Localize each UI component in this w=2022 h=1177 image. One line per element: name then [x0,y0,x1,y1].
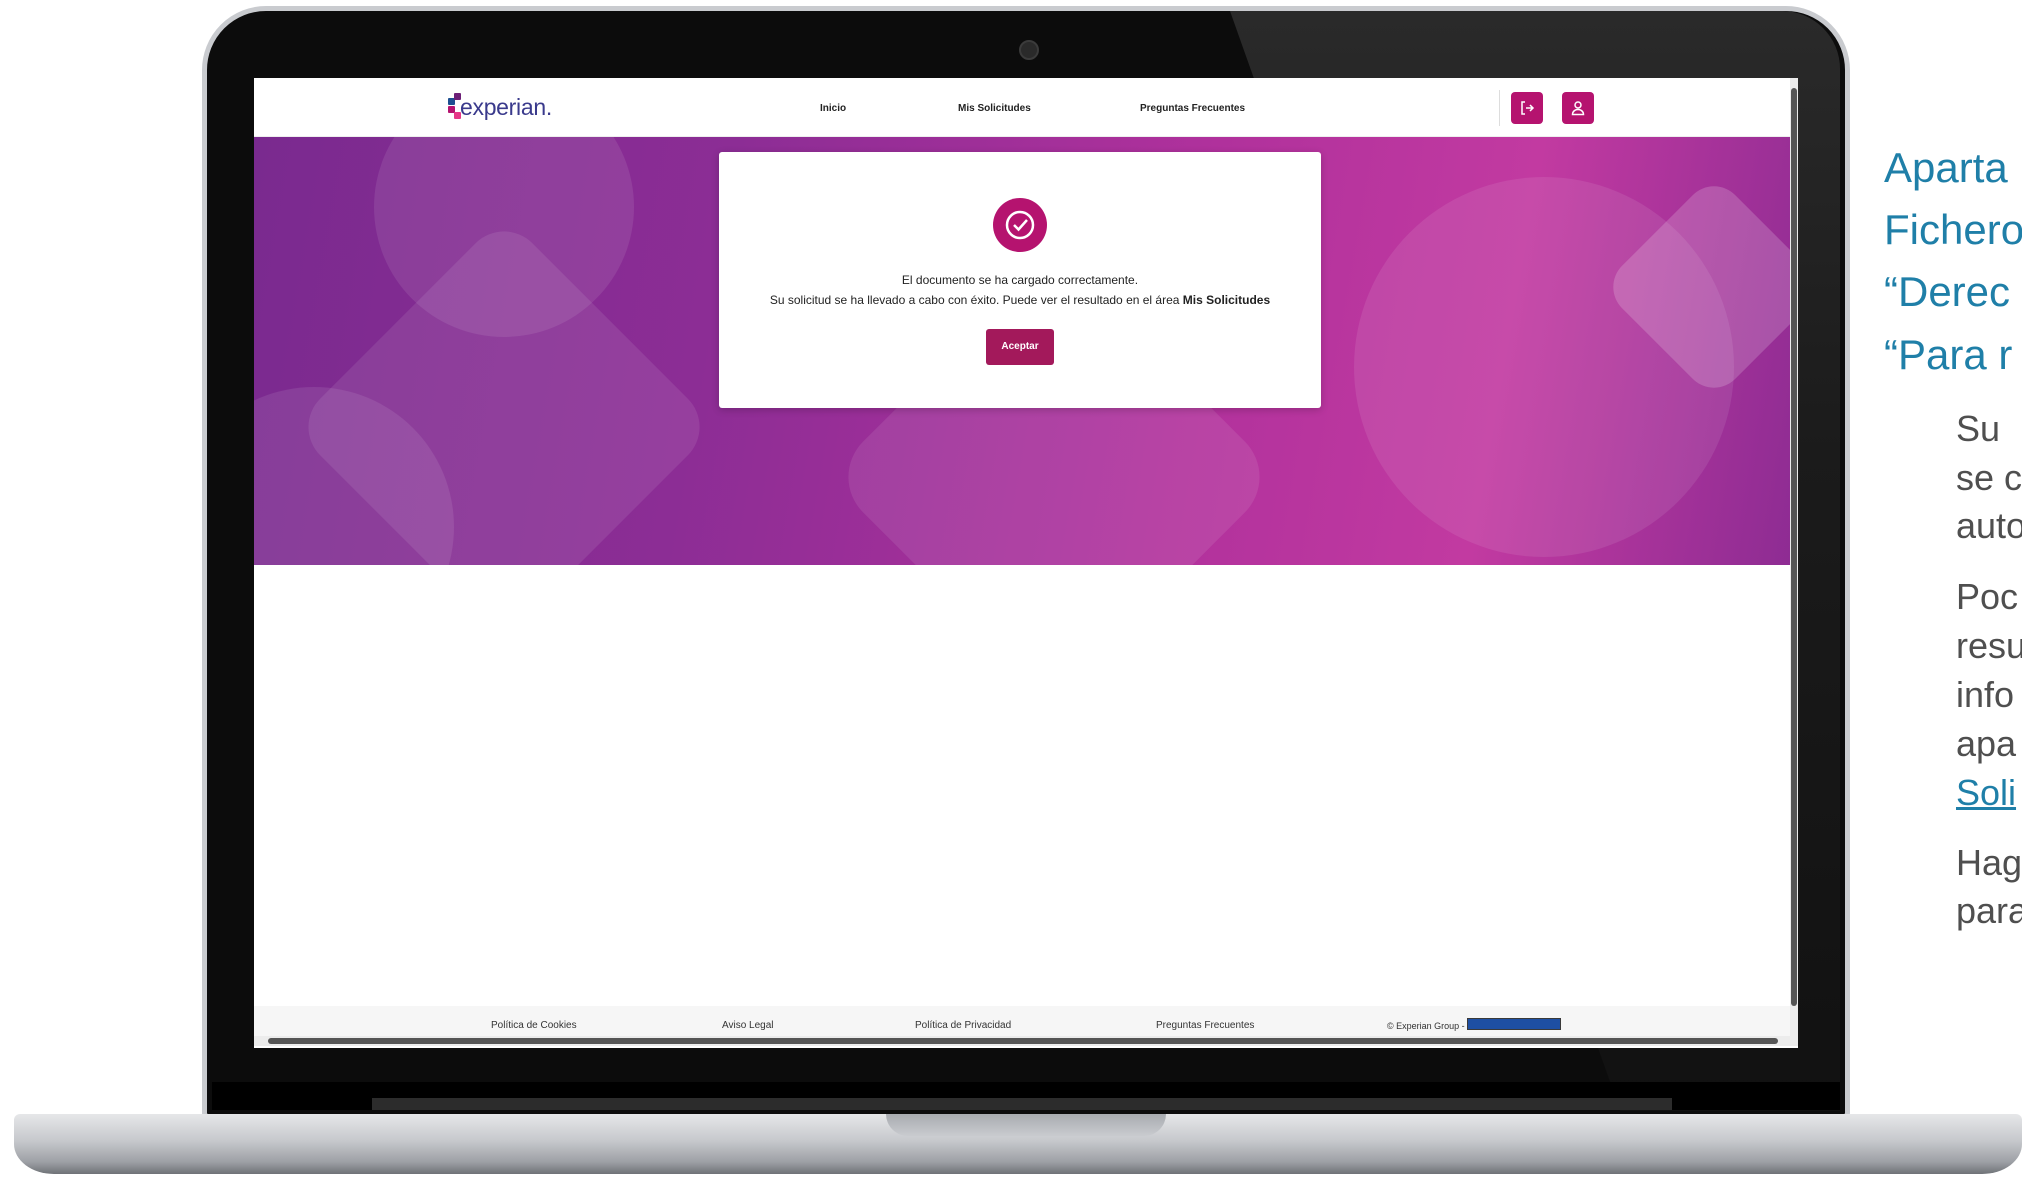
page-footer: Política de Cookies Aviso Legal Política… [254,1006,1790,1036]
laptop-hinge [372,1098,1672,1110]
logout-icon [1521,101,1535,115]
user-profile-button[interactable] [1562,92,1594,124]
side-link-mis-solicitudes[interactable]: Soli [1956,770,2016,816]
side-body-line: info [1956,674,2015,715]
footer-link-cookies[interactable]: Política de Cookies [491,1020,577,1031]
nav-link-inicio[interactable]: Inicio [820,103,846,114]
side-body-line: Poc [1956,576,2019,617]
mis-solicitudes-label: Mis Solicitudes [1182,293,1271,307]
side-body-line: Su [1956,408,2001,449]
success-badge [993,198,1047,252]
side-body-line: resu [1956,625,2022,666]
side-heading-line: “Derec [1884,268,2011,315]
side-heading-line: Fichero [1884,206,2022,253]
footer-link-aviso-legal[interactable]: Aviso Legal [722,1020,774,1031]
webcam-icon [1019,40,1039,60]
side-body-line: para [1956,890,2022,931]
logout-button[interactable] [1511,92,1543,124]
success-message-line2: Su solicitud se ha llevado a cabo con éx… [719,293,1321,307]
footer-copyright: © Experian Group - [1387,1021,1465,1031]
browser-screen: experian. Inicio Mis Solicitudes Pregunt… [254,78,1798,1048]
check-circle-icon [1005,210,1035,240]
footer-link-privacidad[interactable]: Política de Privacidad [915,1020,1011,1031]
top-navbar: experian. Inicio Mis Solicitudes Pregunt… [254,78,1790,137]
vertical-scrollbar[interactable] [1790,78,1798,1038]
side-body-line: auto [1956,505,2022,546]
accept-button[interactable]: Aceptar [986,329,1054,365]
footer-selection-highlight [1467,1018,1561,1030]
horizontal-scrollbar[interactable] [254,1036,1798,1046]
success-message-text: Su solicitud se ha llevado a cabo con éx… [769,293,1183,307]
user-icon [1571,101,1585,116]
side-body-line: apa [1956,723,2017,764]
side-heading-line: Aparta [1884,144,2008,191]
nav-divider [1499,90,1500,126]
side-body-line: Hag [1956,842,2022,883]
horizontal-scroll-thumb[interactable] [268,1038,1778,1044]
nav-link-preguntas-frecuentes[interactable]: Preguntas Frecuentes [1140,103,1245,114]
logo-text: experian. [460,94,552,120]
footer-link-faq[interactable]: Preguntas Frecuentes [1156,1020,1254,1031]
nav-link-mis-solicitudes[interactable]: Mis Solicitudes [958,103,1031,114]
success-message-line1: El documento se ha cargado correctamente… [901,273,1139,287]
side-heading-line: “Para r [1884,331,2013,378]
side-body-line: se c [1956,457,2022,498]
laptop-opening-notch [886,1114,1166,1136]
success-dialog: El documento se ha cargado correctamente… [719,152,1321,408]
vertical-scroll-thumb[interactable] [1791,88,1797,1006]
